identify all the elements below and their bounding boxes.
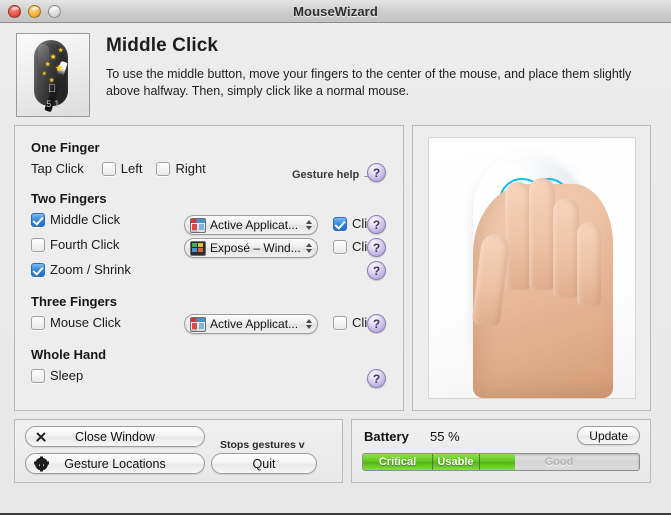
checkbox-box[interactable] [101, 161, 116, 176]
battery-label: Battery [364, 429, 409, 444]
checkbox-box[interactable] [333, 315, 347, 330]
header: ★ ★ ★ ★ ★ ★  5.1 Middle Click To use th… [0, 23, 671, 125]
quit-button[interactable]: Quit [211, 453, 317, 474]
button-label: Close Window [75, 429, 155, 444]
checkbox-sleep[interactable] [31, 368, 45, 383]
star-icon: ★ [42, 71, 47, 77]
popup-mouse-click-action[interactable]: Active Applicat... [184, 314, 318, 334]
window-controls [8, 4, 61, 18]
checkbox-label: Middle Click [50, 212, 121, 227]
battery-segment-critical: Critical [378, 456, 417, 468]
mousewizard-app-icon: ★ ★ ★ ★ ★ ★  5.1 [16, 33, 90, 117]
checkbox-box[interactable] [156, 161, 171, 176]
help-button-gesture-help[interactable]: ? [367, 163, 386, 182]
hand-on-magic-mouse-illustration [427, 137, 636, 399]
close-button[interactable] [8, 4, 21, 18]
page-description: To use the middle button, move your fing… [106, 67, 632, 98]
checkbox-tap-left[interactable]: Left [101, 161, 143, 176]
help-button-sleep[interactable]: ? [367, 369, 386, 388]
popup-fourth-click-action[interactable]: Exposé – Wind... [184, 238, 318, 258]
checkbox-zoom-shrink[interactable] [31, 262, 45, 277]
battery-percent: 55 % [430, 429, 460, 444]
chevron-updown-icon [304, 243, 313, 253]
star-icon: ★ [50, 54, 57, 61]
apple-logo-icon:  [48, 84, 56, 95]
checkbox-label: Fourth Click [50, 237, 120, 252]
row-sleep: Sleep [15, 364, 403, 387]
group-title-two-fingers: Two Fingers [31, 191, 107, 206]
help-button-middle-click[interactable]: ? [367, 215, 386, 234]
title-bar: MouseWizard [0, 0, 671, 23]
expose-icon [190, 240, 206, 256]
tap-click-label: Tap Click [31, 161, 84, 176]
actions-box: Close Window Gesture Locations Stops ges… [14, 419, 343, 483]
checkbox-label: Mouse Click [50, 315, 121, 330]
battery-segment-usable: Usable [437, 456, 474, 468]
battery-box: Battery 55 % Update Critical Usable Good [351, 419, 651, 483]
middle-finger [528, 178, 555, 290]
popup-middle-click-action[interactable]: Active Applicat... [184, 215, 318, 235]
index-finger [504, 182, 531, 290]
panels: One Finger Tap Click Left Right Gesture … [0, 125, 671, 411]
update-button[interactable]: Update [577, 426, 640, 445]
popup-value: Active Applicat... [210, 317, 299, 331]
header-text: Middle Click To use the middle button, m… [106, 33, 651, 117]
zoom-button [48, 4, 61, 18]
gear-icon [34, 456, 49, 471]
checkbox-label: Left [120, 161, 143, 176]
quit-note-label: Stops gestures v [220, 439, 305, 451]
help-button-mouse-click[interactable]: ? [367, 314, 386, 333]
little-finger [576, 222, 601, 306]
minimize-button[interactable] [28, 4, 41, 18]
popup-value: Exposé – Wind... [210, 241, 301, 255]
chevron-updown-icon [304, 220, 313, 230]
bottom-bar: Close Window Gesture Locations Stops ges… [0, 411, 671, 483]
close-x-icon [35, 431, 47, 443]
window-title: MouseWizard [293, 3, 378, 19]
group-title-three-fingers: Three Fingers [31, 294, 117, 309]
battery-segment-good: Good [544, 456, 574, 468]
footer-strip [0, 483, 671, 509]
group-title-one-finger: One Finger [31, 140, 100, 155]
checkbox-fourth-click[interactable] [31, 237, 45, 252]
battery-divider [432, 454, 433, 470]
chevron-updown-icon [304, 319, 313, 329]
star-icon: ★ [55, 63, 64, 73]
checkbox-label: Right [175, 161, 206, 176]
gesture-settings-panel: One Finger Tap Click Left Right Gesture … [14, 125, 404, 411]
help-button-zoom-shrink[interactable]: ? [367, 261, 386, 280]
icon-version-label: 5.1 [46, 99, 60, 109]
page-title: Middle Click [106, 35, 219, 56]
checkbox-label: Sleep [50, 368, 84, 383]
gesture-preview-panel [412, 125, 651, 411]
button-label: Gesture Locations [64, 456, 166, 471]
gesture-locations-button[interactable]: Gesture Locations [25, 453, 205, 474]
star-icon: ★ [58, 48, 64, 54]
checkbox-tap-right[interactable]: Right [156, 161, 206, 176]
checkbox-box[interactable] [333, 239, 347, 254]
button-label: Quit [252, 456, 276, 471]
ring-finger [552, 198, 579, 298]
battery-divider [478, 454, 480, 470]
group-title-whole-hand: Whole Hand [31, 347, 107, 362]
gesture-help-label[interactable]: Gesture help → [292, 169, 373, 181]
checkbox-mouse-click[interactable] [31, 315, 45, 330]
checkbox-box[interactable] [333, 216, 347, 231]
help-button-fourth-click[interactable]: ? [367, 238, 386, 257]
popup-value: Active Applicat... [210, 218, 299, 232]
checkbox-middle-click[interactable] [31, 212, 45, 227]
active-application-icon [190, 217, 206, 233]
app-window: MouseWizard ★ ★ ★ ★ ★ ★  5.1 Middle Cli… [0, 0, 671, 515]
star-icon: ★ [45, 62, 51, 68]
row-zoom-shrink: Zoom / Shrink [15, 258, 403, 281]
checkbox-label: Zoom / Shrink [50, 262, 131, 277]
battery-gauge: Critical Usable Good [362, 453, 640, 471]
active-application-icon [190, 316, 206, 332]
close-window-button[interactable]: Close Window [25, 426, 205, 447]
